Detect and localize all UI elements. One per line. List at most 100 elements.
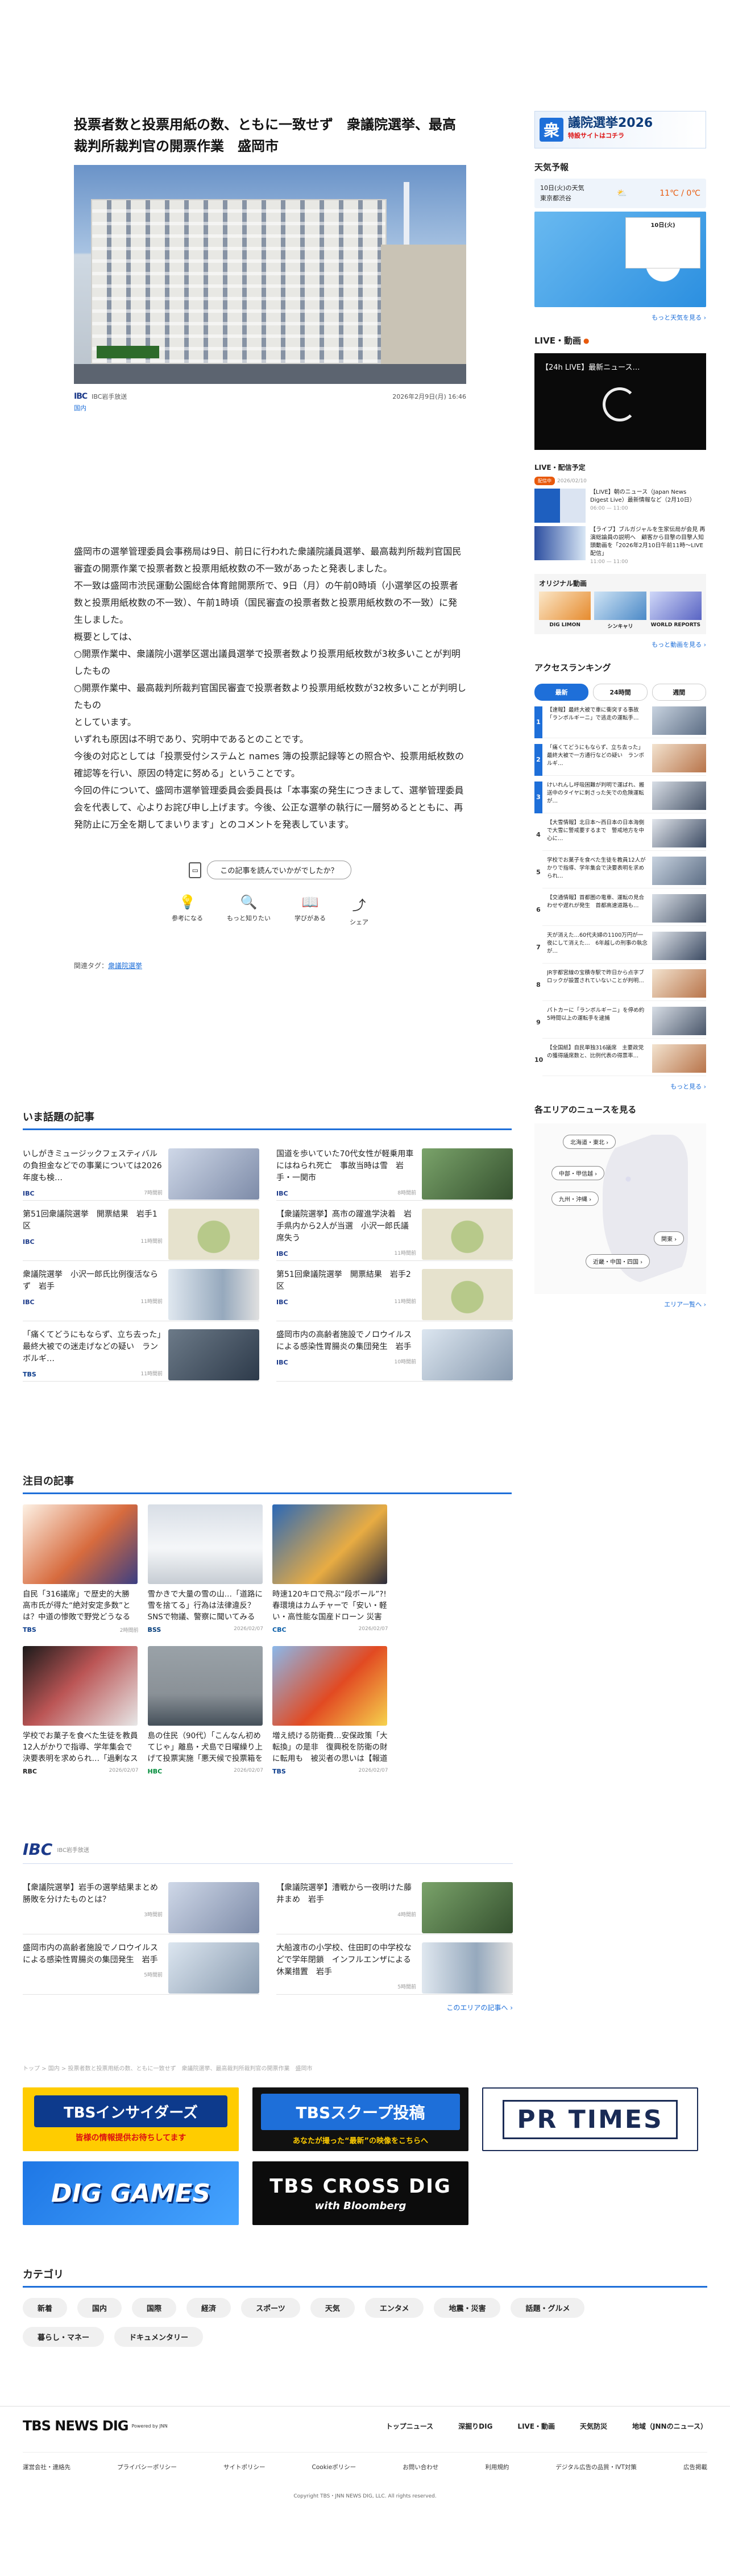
article-area-link[interactable]: 国内 [74, 403, 127, 412]
ranking-tab-latest[interactable]: 最新 [534, 684, 589, 701]
footer-nav-link[interactable]: 深掘りDIG [458, 2421, 492, 2431]
rank-number: 4 [534, 819, 542, 851]
share-button[interactable]: ⤴ シェア [350, 894, 368, 927]
ibc-article[interactable]: 盛岡市内の高齢者施設でノロウイルスによる感染性胃腸炎の集団発生 岩手 5時間前 [23, 1934, 259, 1995]
weather-box[interactable]: 10日(火)の天気 東京都渋谷 ⛅ 11℃ / 0℃ [534, 179, 706, 208]
ranking-item[interactable]: 1 【速報】最終大被で車に衝突する事故「ランボルギーニ」で逃走の運転手… [534, 706, 706, 738]
region-button[interactable]: 北海道・東北 › [563, 1135, 616, 1149]
region-button[interactable]: 九州・沖縄 › [551, 1192, 599, 1206]
category-chip[interactable]: スポーツ [241, 2298, 300, 2318]
region-button[interactable]: 関東 › [654, 1231, 685, 1246]
ranking-item[interactable]: 6 【交通情報】首都圏の電車、運転の見合わせや遅れが発生 首都高速道路も… [534, 894, 706, 926]
category-chip[interactable]: ドキュメンタリー [114, 2327, 204, 2347]
tbs-cross-dig-banner[interactable]: TBS CROSS DIG with Bloomberg [252, 2161, 468, 2225]
ranking-item[interactable]: 10 【全国紙】自民単独316議席 主要政党の獲得議席数と、比例代表の得票率… [534, 1044, 706, 1076]
footer-link[interactable]: サイトポリシー [223, 2463, 266, 2471]
category-chip[interactable]: 国内 [77, 2298, 122, 2318]
footer-nav-link[interactable]: 天気防災 [580, 2421, 607, 2431]
original-video-card[interactable]: DIG LIMON [539, 592, 591, 630]
reaction-helpful-button[interactable]: 💡 参考になる [172, 894, 203, 927]
source-name[interactable]: IBC岩手放送 [92, 392, 127, 401]
ranking-item[interactable]: 8 JR宇都宮線の宝積寺駅で昨日から点字ブロックが設置されていないことが判明… [534, 969, 706, 1001]
rank-thumbnail [652, 932, 706, 960]
footer-link[interactable]: プライバシーポリシー [117, 2463, 177, 2471]
category-chip[interactable]: 新着 [23, 2298, 68, 2318]
featured-article[interactable]: 増え続ける防衛費…安保政策「大転換」の是非 復興税を防衛の財に転用も 被災者の思… [272, 1646, 388, 1775]
schedule-item[interactable]: 【ライブ】ブルガジャルを生家伝局が会見 再演総論員の説明へ 顧客から目撃の目撃人… [534, 526, 706, 566]
live-video-player[interactable]: 【24h LIVE】最新ニュース… [534, 353, 706, 450]
video-more-link[interactable]: もっと動画を見る › [534, 640, 706, 649]
hot-article[interactable]: 「痛くてどうにもならず、立ち去った」最終大被での迷走げなどの疑い ランボルギ… T… [23, 1321, 259, 1382]
hot-article[interactable]: 国道を歩いていた70代女性が軽乗用車にはねられ死亡 事故当時は雪 岩手・一関市 I… [276, 1140, 513, 1201]
article-source: IBC [276, 1359, 288, 1366]
original-video-card[interactable]: WORLD REPORTS [649, 592, 702, 630]
hot-article[interactable]: 衆議院選挙 小沢一郎氏比例復活ならず 岩手 IBC 11時間前 [23, 1261, 259, 1321]
original-video-card[interactable]: シンキャリ [594, 592, 646, 630]
source-logo[interactable]: IBC [74, 392, 88, 401]
featured-article[interactable]: 自民「316議席」で歴史的大勝 高市氏が得た“絶対安定多数”とは？中道の惨敗で野… [23, 1504, 139, 1634]
breadcrumb[interactable]: トップ > 国内 > 投票者数と投票用紙の数、ともに一致せず 衆議院選挙、最高裁… [23, 2064, 312, 2072]
ibc-more-link[interactable]: このエリアの記事へ › [23, 2003, 513, 2012]
region-button[interactable]: 中部・甲信越 › [551, 1166, 605, 1180]
footer-link[interactable]: お問い合わせ [403, 2463, 438, 2471]
election-banner[interactable]: 衆 議院選挙2026 特設サイトはコチラ [534, 111, 706, 148]
ranking-item[interactable]: 9 パトカーに「ランボルギーニ」を停め約5時間以上の運転手を逮捕 [534, 1007, 706, 1039]
tbs-insiders-banner[interactable]: TBSインサイダーズ 皆様の情報提供お待ちしてます [23, 2087, 239, 2151]
article-thumbnail [23, 1646, 138, 1726]
ranking-tab-24h[interactable]: 24時間 [593, 684, 648, 701]
featured-article[interactable]: 雪かきで大量の雪の山…「道路に雪を捨てる」行為は法律違反？ SNSで物議、警察に… [147, 1504, 263, 1634]
ranking-item[interactable]: 7 天が消えた…60代夫婦の1100万円が一夜にして消えた… 6年越しの刑事の執念… [534, 932, 706, 964]
ranking-item[interactable]: 5 学校でお菓子を食べた生徒を教員12人がかりで指導、学年集会で決要表明を求められ… [534, 857, 706, 888]
banner-title: TBSインサイダーズ [34, 2095, 227, 2127]
region-more-link[interactable]: エリア一覧へ › [534, 1300, 706, 1309]
footer-link[interactable]: デジタル広告の品質・IVT対策 [555, 2463, 636, 2471]
footer-nav-link[interactable]: LIVE・動画 [517, 2421, 555, 2431]
schedule-item[interactable]: 【LIVE】朝のニュース（Japan News Digest Live）最新情報… [534, 489, 706, 523]
footer-link[interactable]: 利用規約 [485, 2463, 509, 2471]
category-chip[interactable]: 地震・災害 [434, 2298, 501, 2318]
weather-map[interactable]: 10日(火) [534, 212, 706, 307]
dig-games-banner[interactable]: DIG GAMES [23, 2161, 239, 2225]
hot-article[interactable]: いしがきミュージックフェスティバルの負担金などでの事業については2026年度も検… [23, 1140, 259, 1201]
ranking-item[interactable]: 3 けいれんし呼吸困難が判明で運ばれ、搬送中のタイヤに刺さった矢での危険運転が… [534, 782, 706, 813]
hot-article[interactable]: 盛岡市内の高齢者施設でノロウイルスによる感染性胃腸炎の集団発生 岩手 IBC 10時… [276, 1321, 513, 1382]
hot-articles-section: いま話題の記事 いしがきミュージックフェスティバルの負担金などでの事業については… [23, 1109, 513, 1382]
tag-link[interactable]: 衆議院選挙 [108, 962, 142, 970]
category-chip[interactable]: 天気 [310, 2298, 355, 2318]
ibc-article[interactable]: 大船渡市の小学校、住田町の中学校などで学年閉鎖 インフルエンザによる休業措置 岩… [276, 1934, 513, 1995]
region-button[interactable]: 近畿・中国・四国 › [586, 1254, 650, 1268]
ranking-tab-weekly[interactable]: 週間 [652, 684, 706, 701]
category-chip[interactable]: エンタメ [364, 2298, 424, 2318]
category-chip[interactable]: 経済 [186, 2298, 231, 2318]
hot-article[interactable]: 第51回衆議院選挙 開票結果 岩手2区 IBC 11時間前 [276, 1261, 513, 1321]
article-thumbnail [272, 1646, 387, 1726]
hot-article[interactable]: 第51回衆議院選挙 開票結果 岩手1区 IBC 11時間前 [23, 1201, 259, 1261]
hot-article-title: 「痛くてどうにもならず、立ち去った」最終大被での迷走げなどの疑い ランボルギ… [23, 1330, 161, 1363]
reaction-learn-button[interactable]: 📖 学びがある [295, 894, 326, 927]
prtimes-banner[interactable]: PR TIMES [482, 2087, 698, 2151]
footer-nav-link[interactable]: 地域（JNNのニュース） [632, 2421, 707, 2431]
footer-nav-link[interactable]: トップニュース [386, 2421, 433, 2431]
article: 投票者数と投票用紙の数、ともに一致せず 衆議院選挙、最高裁判所裁判官の開票作業 … [74, 114, 466, 970]
ibc-article[interactable]: 【衆議院選挙】漕戦から一夜明けた藤井まめ 岩手 4時間前 [276, 1874, 513, 1934]
featured-article[interactable]: 学校でお菓子を食べた生徒を教員12人がかりで指導、学年集会で決要表明を求められ…… [23, 1646, 139, 1775]
footer-link[interactable]: 運営会社・連絡先 [23, 2463, 70, 2471]
tbs-scoop-banner[interactable]: TBSスクープ投稿 あなたが撮った“最新”の映像をこちらへ [252, 2087, 468, 2151]
footer-link[interactable]: 広告掲載 [683, 2463, 707, 2471]
category-chip[interactable]: 暮らし・マネー [23, 2327, 105, 2347]
category-chip[interactable]: 話題・グルメ [511, 2298, 585, 2318]
ibc-logo[interactable]: IBC [23, 1840, 52, 1859]
reaction-more-button[interactable]: 🔍 もっと知りたい [227, 894, 271, 927]
category-chip[interactable]: 国際 [132, 2298, 177, 2318]
ranking-item[interactable]: 4 【大雪情報】北日本〜西日本の日本海側で大雪に警戒要するまで 警戒地方を中心に… [534, 819, 706, 851]
ibc-article[interactable]: 【衆議院選挙】岩手の選挙結果まとめ 勝敗を分けたものとは？ 3時間前 [23, 1874, 259, 1934]
featured-article[interactable]: 時速120キロで飛ぶ“段ボール”?! 春環境はカムチャーで「安い・軽い・高性能な… [272, 1504, 388, 1634]
hot-article[interactable]: 【衆議院選挙】髙市の躍進学決着 岩手県内から2人が当選 小沢一郎氏議席失う IBC… [276, 1201, 513, 1261]
weather-more-link[interactable]: もっと天気を見る › [534, 313, 706, 322]
ranking-item[interactable]: 2 「痛くてどうにもならず、立ち去った」最終大被で一方通行などの疑い ランボルギ… [534, 744, 706, 776]
footer-link[interactable]: Cookieポリシー [312, 2463, 356, 2471]
footer-logo[interactable]: TBS NEWS DIG [23, 2418, 128, 2434]
ranking-more-link[interactable]: もっと見る › [534, 1082, 706, 1091]
featured-article[interactable]: 島の住民（90代）「こんなん初めてじゃ」離島・犬島で日曜繰り上げて投票実施「悪天… [147, 1646, 263, 1775]
hot-article-title: 盛岡市内の高齢者施設でノロウイルスによる感染性胃腸炎の集団発生 岩手 [276, 1330, 412, 1351]
